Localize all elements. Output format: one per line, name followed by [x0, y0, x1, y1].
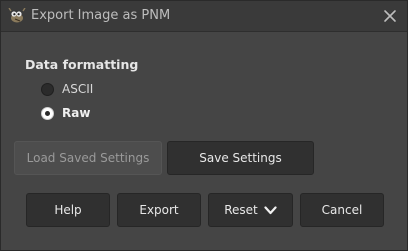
- reset-button[interactable]: Reset: [208, 193, 293, 227]
- export-button[interactable]: Export: [117, 193, 201, 227]
- chevron-down-icon: [264, 205, 277, 214]
- radio-raw-indicator[interactable]: [41, 106, 54, 120]
- radio-raw[interactable]: Raw: [41, 105, 90, 121]
- reset-label: Reset: [224, 203, 258, 217]
- save-settings-button[interactable]: Save Settings: [167, 141, 314, 175]
- gimp-wilber-icon: [8, 7, 26, 24]
- load-saved-settings-button[interactable]: Load Saved Settings: [14, 141, 162, 175]
- radio-ascii-label: ASCII: [62, 82, 94, 96]
- export-pnm-dialog: Export Image as PNM Data formatting ASCI…: [0, 0, 408, 251]
- data-formatting-heading: Data formatting: [25, 57, 139, 72]
- title-bar[interactable]: Export Image as PNM: [1, 1, 407, 32]
- close-icon[interactable]: [381, 7, 399, 25]
- radio-raw-label: Raw: [62, 106, 91, 120]
- help-button[interactable]: Help: [26, 193, 110, 227]
- cancel-button[interactable]: Cancel: [300, 193, 384, 227]
- window-title: Export Image as PNM: [31, 8, 171, 23]
- radio-ascii-indicator[interactable]: [41, 82, 54, 96]
- radio-ascii[interactable]: ASCII: [41, 81, 93, 97]
